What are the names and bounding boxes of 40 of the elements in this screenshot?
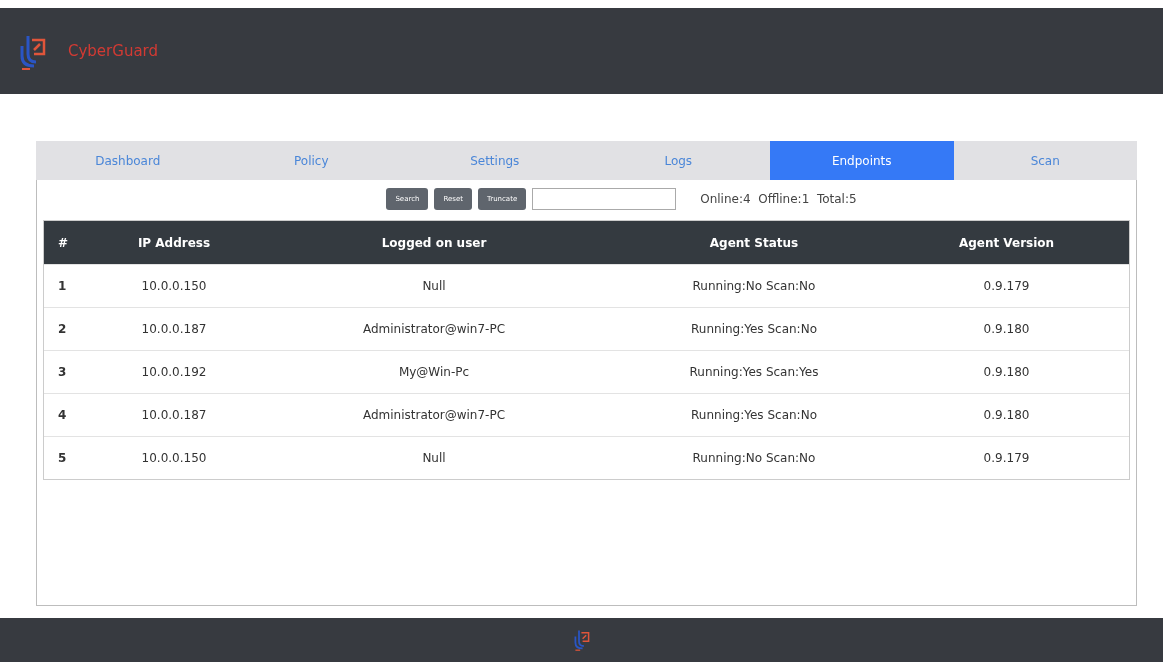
table-cell-text: 1 xyxy=(57,279,68,293)
table-cell-text: 10.0.0.150 xyxy=(140,451,208,465)
table-cell-text: 0.9.180 xyxy=(982,365,1031,379)
column-header: Logged on user xyxy=(380,235,488,250)
table-cell-text: Running:Yes Scan:No xyxy=(690,322,818,336)
table-cell-text: 5 xyxy=(57,451,68,465)
table-cell-text: 0.9.179 xyxy=(982,279,1031,293)
table-cell-text: 4 xyxy=(57,408,68,422)
column-header: IP Address xyxy=(136,235,212,250)
status-summary: Online:4 Offline:1 Total:5 xyxy=(700,192,857,206)
column-header: # xyxy=(57,235,70,250)
nav-tab[interactable]: Endpoints xyxy=(770,141,954,180)
column-header: Agent Version xyxy=(957,235,1056,250)
table-cell-text: 2 xyxy=(57,322,68,336)
nav-tab[interactable]: Scan xyxy=(953,141,1137,180)
table-cell-text: Administrator@win7-PC xyxy=(361,408,507,422)
table-cell-text: 10.0.0.187 xyxy=(140,408,208,422)
logo-icon xyxy=(572,628,591,652)
brand-name: CyberGuard xyxy=(68,42,158,60)
table-cell-text: My@Win-Pc xyxy=(397,365,471,379)
table-cell-text: 10.0.0.187 xyxy=(140,322,208,336)
table-cell-text: Running:No Scan:No xyxy=(691,279,817,293)
nav-tab[interactable]: Settings xyxy=(403,141,587,180)
table-cell-text: 0.9.179 xyxy=(982,451,1031,465)
nav-tab[interactable]: Dashboard xyxy=(36,141,220,180)
table-cell-text: 10.0.0.192 xyxy=(140,365,208,379)
table-cell-text: Null xyxy=(421,451,447,465)
table-cell-text: Administrator@win7-PC xyxy=(361,322,507,336)
table-cell-text: Running:Yes Scan:No xyxy=(690,408,818,422)
table-cell-text: 0.9.180 xyxy=(982,408,1031,422)
table-cell-text: Null xyxy=(421,279,447,293)
nav-tab[interactable]: Logs xyxy=(586,141,770,180)
column-header: Agent Status xyxy=(708,235,800,250)
table-cell-text: 0.9.180 xyxy=(982,322,1031,336)
search-field[interactable] xyxy=(532,188,677,210)
table-cell-text: 10.0.0.150 xyxy=(140,279,208,293)
table-cell-text: 3 xyxy=(57,365,68,379)
nav-tab[interactable]: Policy xyxy=(219,141,403,180)
table-cell-text: Running:No Scan:No xyxy=(691,451,817,465)
table-cell-text: Running:Yes Scan:Yes xyxy=(688,365,820,379)
